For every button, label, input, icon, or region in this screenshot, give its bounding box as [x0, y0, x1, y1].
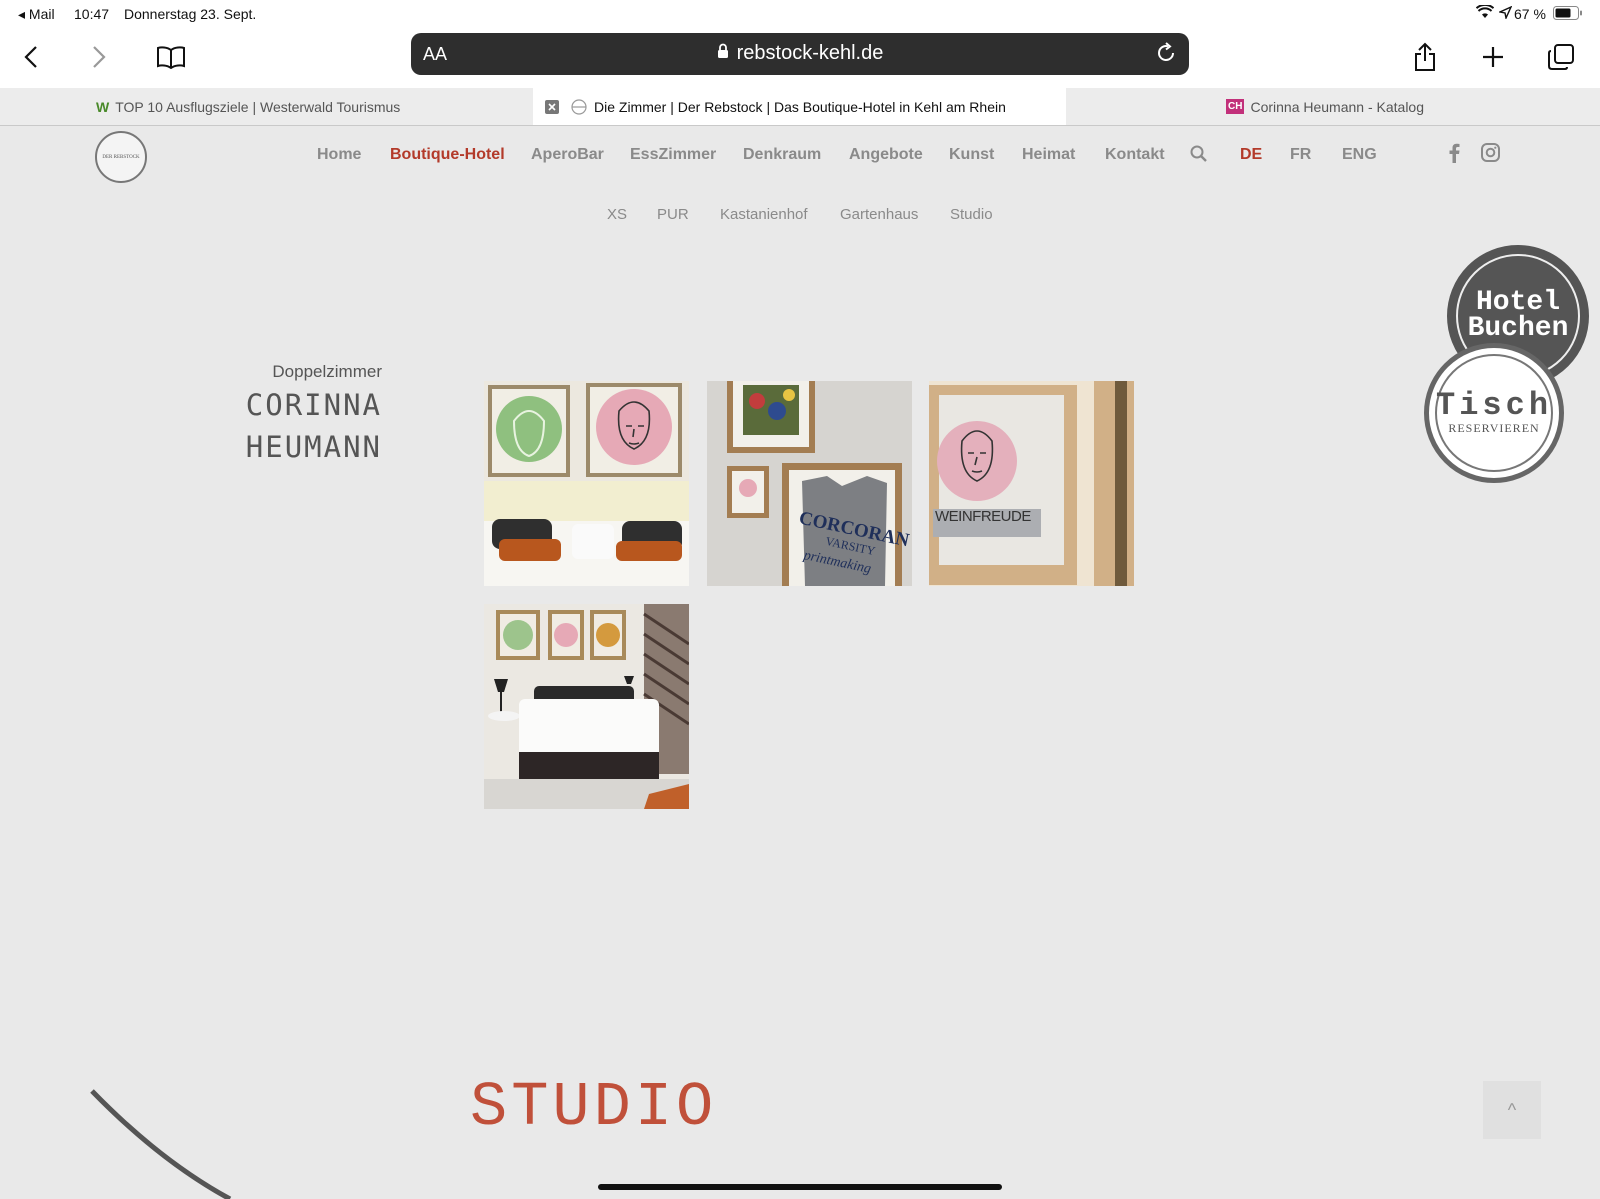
url-text: rebstock-kehl.de	[736, 42, 884, 64]
badge-tisch-line2: RESERVIEREN	[1448, 420, 1540, 435]
browser-toolbar: AA rebstock-kehl.de	[0, 28, 1600, 88]
status-bar: ◂ Mail 10:47 Donnerstag 23. Sept. 67 %	[0, 0, 1600, 28]
artist-name-line1: CORINNA	[245, 388, 382, 422]
weinfreude-text: WEINFREUDE	[935, 508, 1031, 525]
westerwald-favicon: W	[96, 98, 110, 115]
share-icon[interactable]	[1408, 40, 1442, 74]
tab-title: TOP 10 Ausflugsziele | Westerwald Touris…	[115, 98, 401, 115]
tab-westerwald[interactable]: W TOP 10 Ausflugsziele | Westerwald Tour…	[96, 88, 530, 125]
status-date: Donnerstag 23. Sept.	[124, 6, 257, 22]
instagram-icon[interactable]	[1481, 143, 1500, 167]
new-tab-plus-icon[interactable]	[1476, 40, 1510, 74]
location-icon	[1497, 5, 1513, 22]
photo-weinfreude-print[interactable]: WEINFREUDE	[929, 381, 1134, 586]
photo-tshirt-frames[interactable]: CORCORAN VARSITY printmaking	[707, 381, 912, 586]
globe-favicon-icon	[571, 98, 587, 115]
tab-corinna-heumann[interactable]: CH Corinna Heumann - Katalog	[1226, 88, 1526, 125]
badge-hotel-line2: Buchen	[1467, 313, 1569, 344]
room-caption: Doppelzimmer CORINNA HEUMANN	[160, 362, 382, 466]
chevron-up-icon: ^	[1507, 1099, 1517, 1120]
subnav-studio[interactable]: Studio	[950, 206, 993, 223]
nav-kunst[interactable]: Kunst	[949, 146, 994, 164]
tab-title: Corinna Heumann - Katalog	[1250, 98, 1424, 115]
nav-kontakt[interactable]: Kontakt	[1105, 146, 1165, 164]
artist-name-line2: HEUMANN	[245, 430, 382, 464]
back-to-app-label[interactable]: ◂ Mail	[18, 6, 55, 23]
lang-fr[interactable]: FR	[1290, 146, 1311, 164]
nav-heimat[interactable]: Heimat	[1022, 146, 1075, 164]
rebstock-logo[interactable]: DER REBSTOCK	[95, 131, 147, 183]
subnav-gartenhaus[interactable]: Gartenhaus	[840, 206, 918, 223]
tisch-reservieren-badge[interactable]: Tisch RESERVIEREN	[1424, 343, 1564, 483]
badge-tisch-line1: Tisch	[1436, 386, 1553, 424]
logo-text: DER REBSTOCK	[102, 154, 140, 160]
nav-home[interactable]: Home	[317, 146, 361, 164]
ch-favicon: CH	[1226, 99, 1245, 114]
forward-arrow-icon[interactable]	[82, 40, 116, 74]
lang-de[interactable]: DE	[1240, 146, 1262, 164]
url-text-wrap: rebstock-kehl.de	[411, 42, 1189, 65]
website-content: DER REBSTOCK Home Boutique-Hotel AperoBa…	[0, 126, 1600, 1199]
photo-bedroom-prints[interactable]	[484, 381, 689, 586]
subnav-xs[interactable]: XS	[607, 206, 627, 223]
reload-icon[interactable]	[1155, 42, 1177, 69]
decorative-curve	[90, 1089, 232, 1199]
nav-angebote[interactable]: Angebote	[849, 146, 923, 164]
photo-bedroom-wide[interactable]	[484, 604, 689, 809]
lang-eng[interactable]: ENG	[1342, 146, 1377, 164]
tab-rebstock-active[interactable]: Die Zimmer | Der Rebstock | Das Boutique…	[533, 88, 1066, 125]
tab-bar: W TOP 10 Ausflugsziele | Westerwald Tour…	[0, 88, 1600, 126]
status-time: 10:47	[74, 6, 110, 22]
nav-esszimmer[interactable]: EssZimmer	[630, 146, 716, 164]
home-indicator[interactable]	[598, 1184, 1002, 1190]
wifi-icon	[1475, 3, 1495, 22]
tab-title: Die Zimmer | Der Rebstock | Das Boutique…	[594, 98, 1006, 115]
lock-icon	[717, 42, 729, 65]
close-tab-icon[interactable]	[545, 99, 559, 114]
subnav-kastanienhof[interactable]: Kastanienhof	[720, 206, 808, 223]
badge-hotel-line1: Hotel	[1475, 287, 1560, 318]
room-type-label: Doppelzimmer	[272, 362, 382, 381]
address-bar[interactable]: AA rebstock-kehl.de	[411, 33, 1189, 75]
section-title-studio: STUDIO	[470, 1072, 718, 1143]
bookmarks-book-icon[interactable]	[154, 40, 188, 74]
search-icon[interactable]	[1190, 145, 1207, 167]
nav-boutique-hotel[interactable]: Boutique-Hotel	[390, 146, 505, 164]
scroll-to-top-button[interactable]: ^	[1483, 1081, 1541, 1139]
subnav-pur[interactable]: PUR	[657, 206, 689, 223]
nav-aperobar[interactable]: AperoBar	[531, 146, 604, 164]
nav-denkraum[interactable]: Denkraum	[743, 146, 821, 164]
tabs-overview-icon[interactable]	[1544, 40, 1578, 74]
battery-icon	[1553, 6, 1583, 23]
back-arrow-icon[interactable]	[14, 40, 48, 74]
battery-percent: 67 %	[1514, 6, 1546, 22]
facebook-icon[interactable]	[1448, 143, 1460, 168]
